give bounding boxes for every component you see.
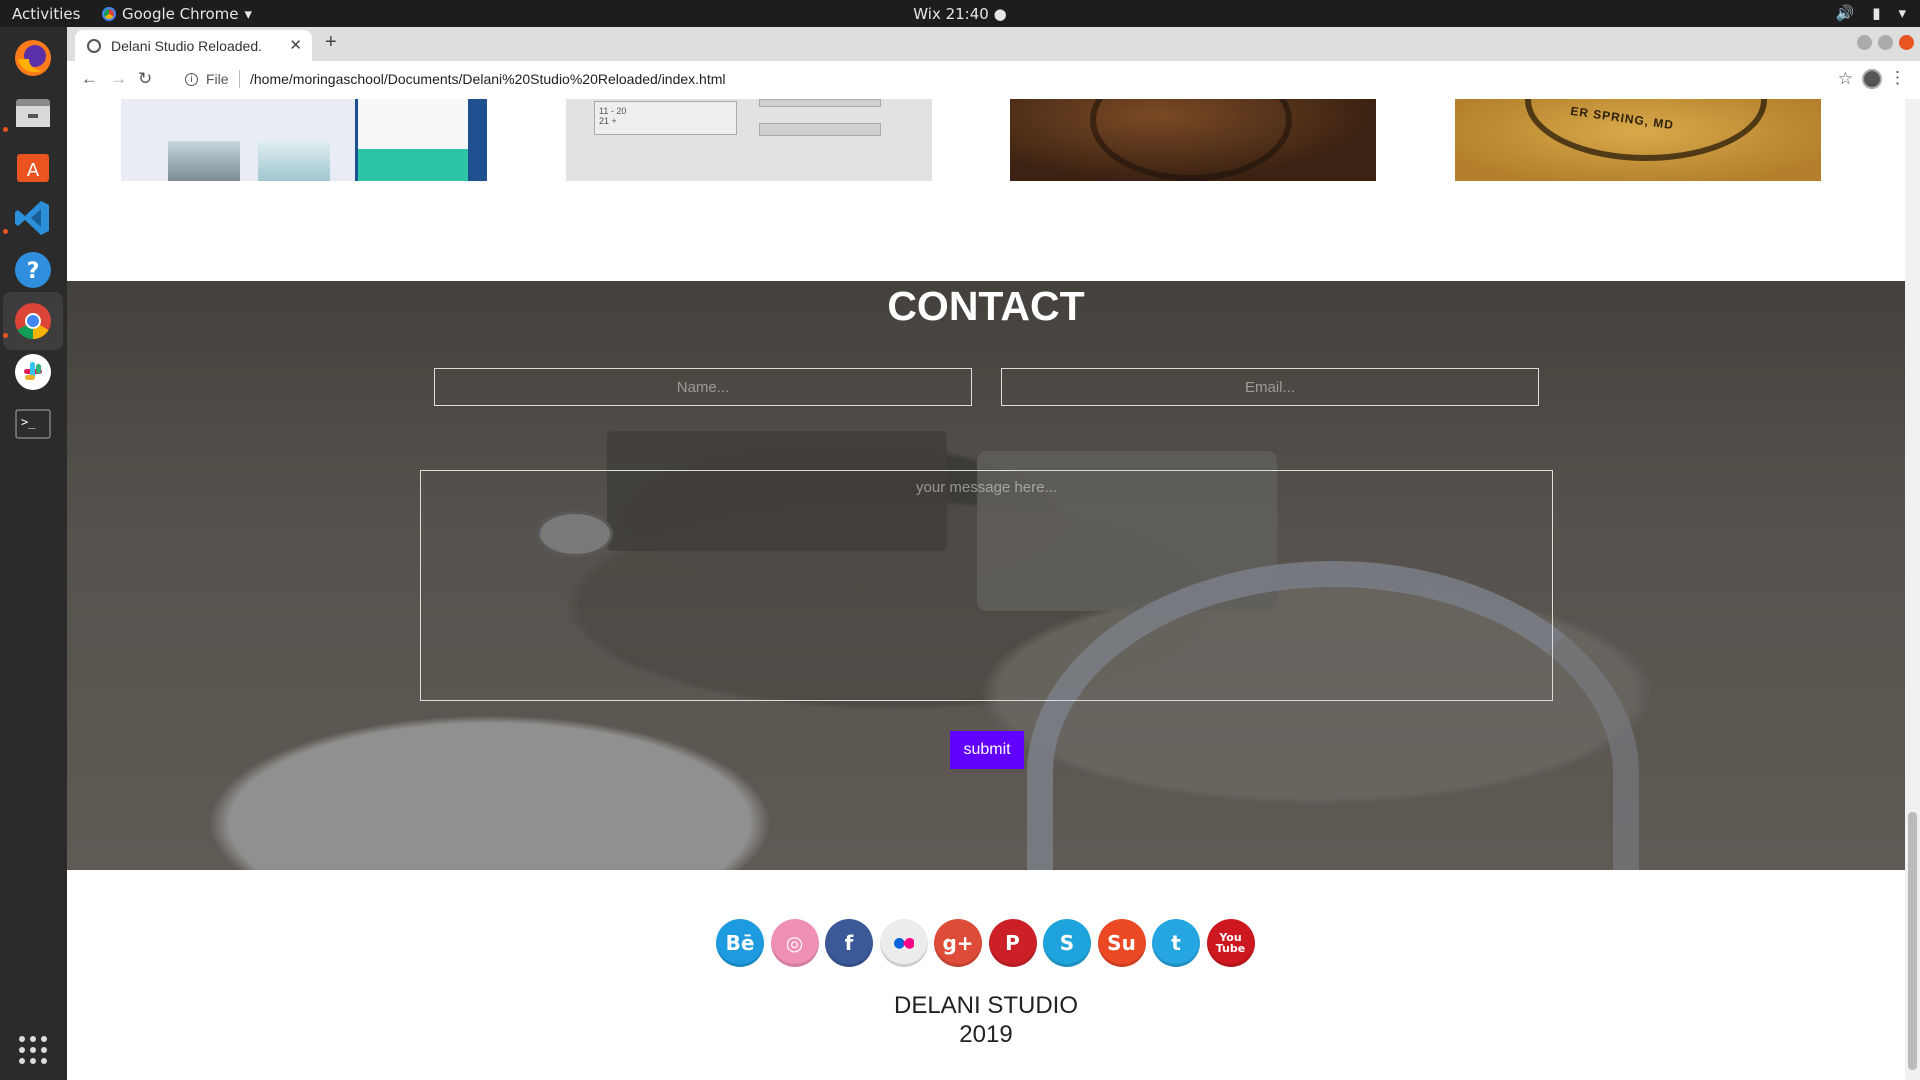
- help-icon[interactable]: ?: [10, 247, 56, 293]
- reload-icon[interactable]: ↻: [138, 69, 152, 89]
- svg-text:?: ?: [27, 259, 40, 284]
- facebook-glyph: f: [844, 931, 854, 955]
- dribbble-glyph: ◎: [785, 931, 804, 955]
- chrome-icon: [102, 7, 116, 21]
- chevron-down-icon: ▾: [244, 5, 253, 23]
- new-tab-icon[interactable]: +: [325, 31, 337, 54]
- portfolio-image-2[interactable]: 11 - 20 21 +: [566, 99, 932, 181]
- close-window-icon[interactable]: [1899, 35, 1914, 50]
- dock: A ? >_: [0, 27, 67, 1080]
- back-icon[interactable]: ←: [81, 69, 98, 89]
- terminal-icon[interactable]: >_: [10, 401, 56, 447]
- app-menu[interactable]: Google Chrome ▾: [102, 5, 252, 23]
- pinterest-icon[interactable]: P: [988, 919, 1037, 967]
- facebook-icon[interactable]: f: [825, 919, 873, 967]
- notification-dot-icon: ●: [993, 5, 1007, 23]
- pf2-row-2: 21 +: [599, 116, 617, 126]
- portfolio-image-4[interactable]: ER SPRING, MD: [1455, 99, 1821, 181]
- show-applications-icon[interactable]: [10, 1027, 56, 1073]
- footer-studio-name: DELANI STUDIO: [893, 992, 1079, 1019]
- svg-text:A: A: [27, 160, 40, 181]
- page-scrollbar[interactable]: [1905, 99, 1920, 1080]
- scrollbar-thumb[interactable]: [1908, 812, 1917, 1070]
- message-textarea[interactable]: [420, 470, 1553, 701]
- globe-icon: [87, 38, 101, 53]
- page-viewport: 11 - 2021 + ER SPRING, MD CONTACT submit…: [67, 99, 1905, 1080]
- stumbleupon-glyph: Su: [1107, 931, 1136, 955]
- forward-icon[interactable]: →: [110, 69, 127, 89]
- stumbleupon-icon[interactable]: Su: [1097, 919, 1146, 967]
- site-info[interactable]: i File: [185, 71, 229, 87]
- behance-glyph: Bē: [725, 931, 755, 955]
- kebab-menu-icon[interactable]: ⋮: [1889, 68, 1906, 88]
- close-tab-icon[interactable]: ✕: [289, 36, 302, 54]
- file-label: File: [206, 71, 229, 87]
- clock[interactable]: Wix 21:40: [913, 5, 989, 23]
- files-icon[interactable]: [10, 89, 56, 135]
- window-controls: [1857, 35, 1914, 50]
- name-input[interactable]: [434, 368, 972, 406]
- portfolio-image-3[interactable]: [1010, 99, 1376, 181]
- app-menu-label: Google Chrome: [122, 5, 239, 23]
- software-center-icon[interactable]: A: [10, 143, 56, 189]
- twitter-glyph: t: [1171, 931, 1181, 955]
- profile-avatar[interactable]: [1862, 69, 1882, 89]
- contact-section: CONTACT submit: [67, 281, 1905, 870]
- flickr-glyph: ●●: [893, 935, 915, 951]
- pinterest-glyph: P: [1005, 931, 1020, 955]
- portfolio-image-1[interactable]: [121, 99, 487, 181]
- contact-heading: CONTACT: [887, 283, 1085, 329]
- browser-toolbar: ← → ↻ i File /home/moringaschool/Documen…: [67, 61, 1920, 100]
- footer-year: 2019: [959, 1021, 1013, 1048]
- vscode-icon[interactable]: [10, 195, 56, 241]
- skype-icon[interactable]: S: [1043, 919, 1091, 967]
- battery-icon[interactable]: ▮: [1872, 4, 1880, 22]
- submit-button[interactable]: submit: [950, 731, 1024, 769]
- system-menu-chevron-icon[interactable]: ▾: [1898, 4, 1906, 22]
- slack-icon[interactable]: [10, 349, 56, 395]
- behance-icon[interactable]: Bē: [716, 919, 764, 967]
- system-top-bar: Activities Google Chrome ▾ Wix 21:40 ● 🔊…: [0, 0, 1920, 27]
- google-plus-icon[interactable]: g+: [934, 919, 982, 967]
- volume-icon[interactable]: 🔊: [1836, 4, 1855, 22]
- google-plus-glyph: g+: [942, 931, 974, 955]
- email-input[interactable]: [1001, 368, 1539, 406]
- youtube-icon[interactable]: You Tube: [1206, 919, 1255, 967]
- chrome-dock-icon[interactable]: [3, 292, 63, 350]
- flickr-icon[interactable]: ●●: [879, 919, 928, 967]
- youtube-glyph: You Tube: [1215, 931, 1246, 955]
- address-bar[interactable]: /home/moringaschool/Documents/Delani%20S…: [250, 71, 726, 87]
- social-icons: Bē ◎ f ●● g+ P S Su t You Tube: [716, 919, 1255, 967]
- tab-title: Delani Studio Reloaded.: [111, 37, 262, 54]
- info-icon: i: [185, 72, 198, 86]
- dribbble-icon[interactable]: ◎: [770, 919, 819, 967]
- tab-strip: Delani Studio Reloaded. ✕ +: [67, 27, 1920, 61]
- twitter-icon[interactable]: t: [1152, 919, 1200, 967]
- bookmark-star-icon[interactable]: ☆: [1838, 69, 1853, 89]
- activities-button[interactable]: Activities: [12, 5, 80, 23]
- firefox-icon[interactable]: [10, 35, 56, 81]
- maximize-icon[interactable]: [1878, 35, 1893, 50]
- skype-glyph: S: [1059, 931, 1075, 955]
- svg-text:>_: >_: [21, 415, 36, 429]
- pf2-row-1: 11 - 20: [599, 106, 627, 116]
- minimize-icon[interactable]: [1857, 35, 1872, 50]
- tab-delani-studio[interactable]: Delani Studio Reloaded. ✕: [75, 30, 312, 61]
